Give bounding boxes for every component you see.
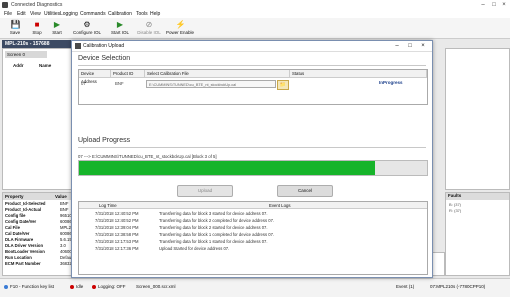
- dialog-title: Calibration Upload: [83, 43, 125, 49]
- menu-file[interactable]: File: [4, 11, 12, 17]
- disable-iol-icon: ⊘: [145, 20, 153, 29]
- cancel-button[interactable]: Cancel: [277, 185, 333, 197]
- event-log-table: Log Time Event Logs 7/31/2018 12:40:52 P…: [78, 201, 428, 275]
- minimize-icon[interactable]: –: [478, 1, 488, 9]
- browse-folder-button[interactable]: 📁: [277, 80, 289, 90]
- status-idle: Idle: [70, 284, 83, 289]
- start-iol-button[interactable]: ▶ Start IOL: [106, 19, 134, 37]
- menu-utilities[interactable]: Utilities: [44, 11, 60, 17]
- log-row[interactable]: 7/31/2018 12:17:53 PM Transferring data f…: [79, 238, 427, 245]
- menu-edit[interactable]: Edit: [17, 11, 26, 17]
- upload-progress-title: Upload Progress: [78, 137, 131, 144]
- calibration-upload-dialog: Calibration Upload – □ × Device Selectio…: [71, 40, 433, 278]
- status-header[interactable]: Status: [290, 70, 427, 78]
- configure-icon: ⚙: [83, 20, 91, 29]
- upload-progress-bar: [78, 160, 428, 176]
- screen-subtab[interactable]: Screen 0: [5, 51, 47, 58]
- menu-help[interactable]: Help: [150, 11, 160, 17]
- stop-icon: ■: [34, 20, 40, 29]
- name-column-header[interactable]: Name: [39, 63, 51, 68]
- start-button[interactable]: ▶ Start: [44, 19, 70, 37]
- fault-entry[interactable]: B: (37): [449, 202, 461, 207]
- menu-bar: File Edit View Utilities Logging Command…: [0, 10, 510, 18]
- progress-text: 07 ---> E:\CUMMINS\TUNNED\cu_BTE_nt_stoc…: [78, 154, 217, 159]
- section-divider: [78, 65, 426, 66]
- device-tab-label: MPL-210s - 157688: [5, 41, 50, 47]
- log-row[interactable]: 7/31/2018 12:38:58 PM Transferring data f…: [79, 231, 427, 238]
- device-grid: Device Address Product ID Select Calibra…: [78, 69, 428, 105]
- product-id-header[interactable]: Product ID: [111, 70, 145, 78]
- device-address-cell[interactable]: 07: [79, 80, 86, 88]
- faults-header: Faults: [446, 193, 509, 200]
- upload-button[interactable]: Upload: [177, 185, 233, 197]
- right-panel: [445, 48, 510, 190]
- event-logs-header[interactable]: Event Logs: [159, 202, 427, 209]
- section-divider: [78, 147, 426, 148]
- status-event-count[interactable]: Event (1): [396, 284, 414, 289]
- start-iol-icon: ▶: [116, 20, 124, 29]
- log-time-header[interactable]: Log Time: [79, 202, 159, 209]
- dialog-maximize-icon[interactable]: □: [405, 42, 415, 50]
- status-session: 07:MPL210s (-7780CPP10): [430, 284, 486, 289]
- device-address-header[interactable]: Device Address: [79, 70, 111, 84]
- app-logo-icon: [2, 2, 8, 8]
- dialog-minimize-icon[interactable]: –: [392, 42, 402, 50]
- menu-view[interactable]: View: [30, 11, 41, 17]
- log-row[interactable]: 7/31/2018 12:40:52 PM Transferring data f…: [79, 217, 427, 224]
- logging-dot-icon: [92, 284, 96, 289]
- device-selection-title: Device Selection: [78, 55, 131, 62]
- status-bar: F10 - Function key list Idle Logging: OF…: [0, 278, 510, 297]
- faults-panel: Faults B: (37) R: (37): [445, 192, 510, 276]
- menu-calibration[interactable]: Calibration: [108, 11, 132, 17]
- status-logging: Logging: OFF: [92, 284, 126, 289]
- close-icon[interactable]: ×: [499, 1, 509, 9]
- app-title: Connected Diagnostics: [11, 2, 63, 8]
- power-enable-button[interactable]: ⚡ Power Enable: [164, 19, 196, 37]
- status-function-keys: F10 - Function key list: [4, 284, 54, 289]
- info-icon: [4, 284, 8, 289]
- menu-tools[interactable]: Tools: [136, 11, 148, 17]
- dialog-app-icon: [75, 43, 81, 49]
- disable-iol-button[interactable]: ⊘ Disable IOL: [134, 19, 164, 37]
- play-icon: ▶: [53, 20, 61, 29]
- status-screen-file: Screen_000.scr.xml: [136, 284, 176, 289]
- log-row[interactable]: 7/31/2018 12:39:04 PM Transferring data f…: [79, 224, 427, 231]
- calibration-file-header[interactable]: Select Calibration File: [145, 70, 290, 78]
- maximize-icon[interactable]: □: [489, 1, 499, 9]
- configure-iol-button[interactable]: ⚙ Configure IOL: [70, 19, 104, 37]
- addr-column-header[interactable]: Addr: [13, 63, 24, 68]
- log-row[interactable]: 7/31/2018 12:40:52 PM Transferring data f…: [79, 210, 427, 217]
- status-dot-icon: [70, 284, 74, 289]
- calibration-file-input[interactable]: E:\CUMMINS\TUNNED\cu_BTE_nt_stockbckUp.c…: [146, 80, 276, 88]
- log-row[interactable]: 7/31/2018 12:17:36 PM Upload Started for …: [79, 245, 427, 252]
- menu-logging[interactable]: Logging: [60, 11, 78, 17]
- fault-entry[interactable]: R: (37): [449, 208, 461, 213]
- product-id-cell[interactable]: BNF: [113, 80, 124, 88]
- menu-commands[interactable]: Commands: [80, 11, 106, 17]
- save-icon: 💾: [10, 20, 21, 29]
- upload-progress-fill: [79, 161, 375, 175]
- dialog-close-icon[interactable]: ×: [418, 42, 428, 50]
- upload-status-cell: InProgress: [379, 80, 403, 85]
- toolbar: 💾 Save ■ Stop ▶ Start ⚙ Configure IOL ▶ …: [0, 18, 510, 39]
- power-icon: ⚡: [175, 20, 186, 29]
- dialog-title-bar: Calibration Upload – □ ×: [72, 41, 432, 52]
- folder-icon: 📁: [279, 82, 287, 88]
